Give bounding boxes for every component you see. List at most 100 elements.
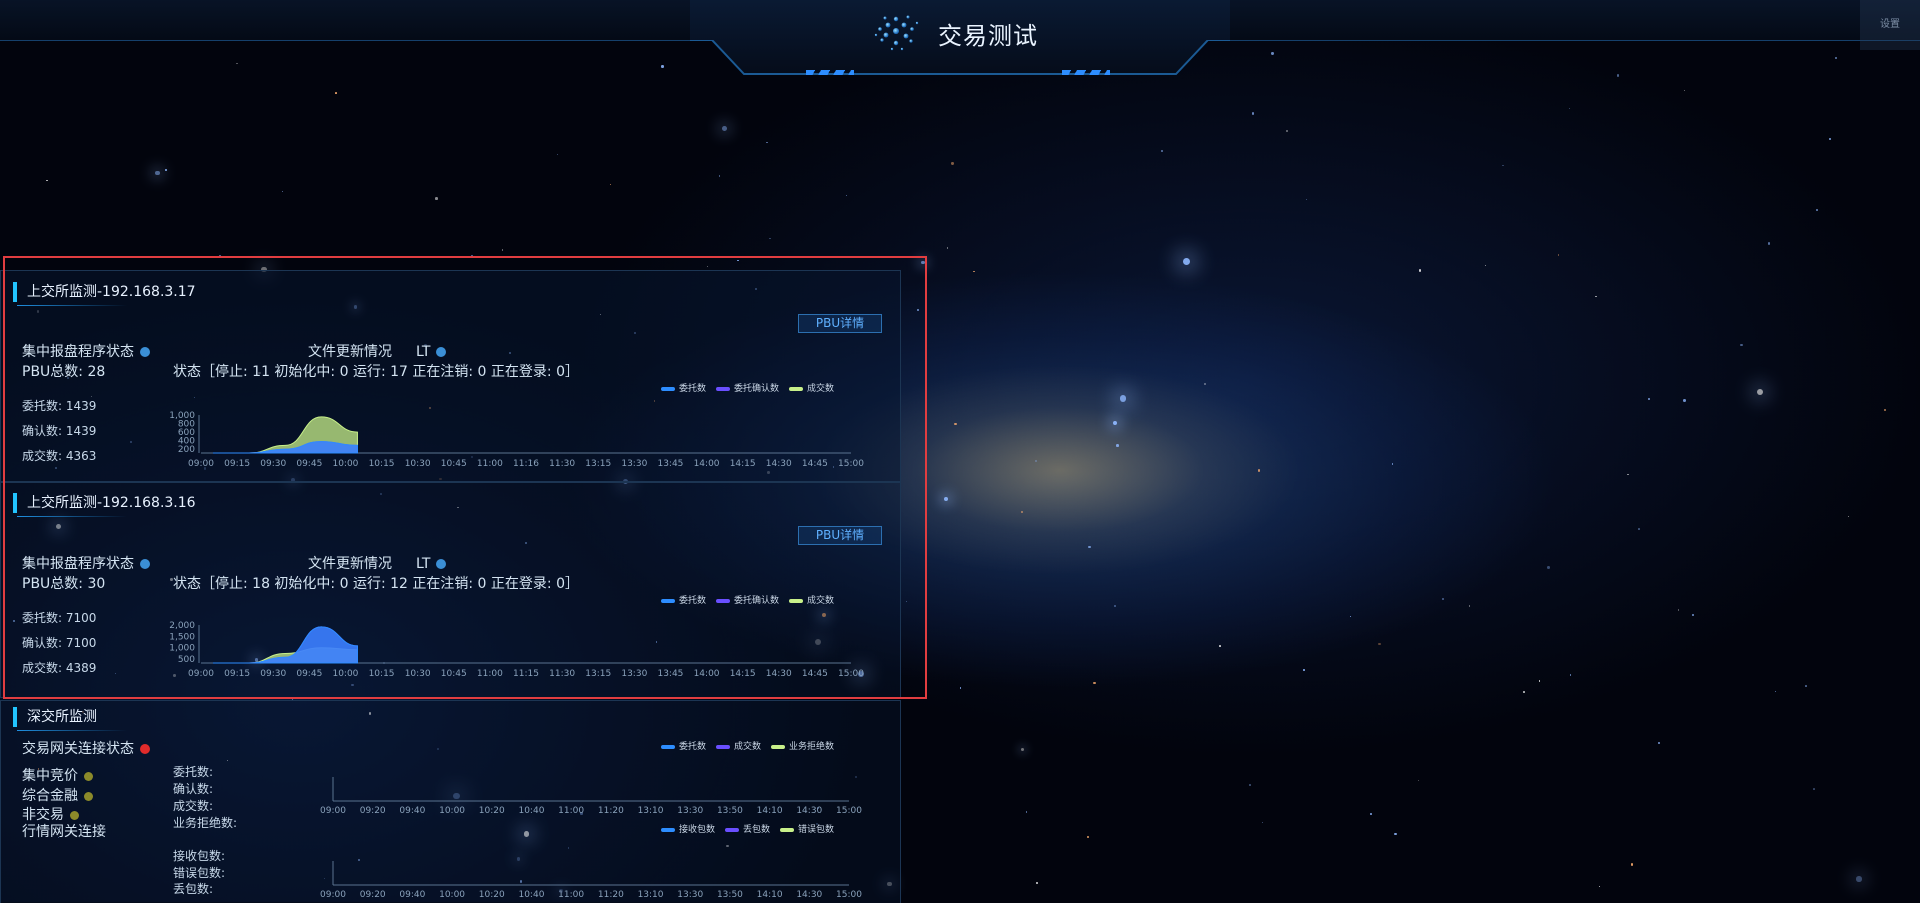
star — [1251, 112, 1255, 116]
star — [1116, 444, 1119, 447]
x-tick-label: 13:50 — [717, 806, 743, 816]
lt-status-dot-icon — [436, 559, 447, 569]
sz-packet-chart: 09:00 09:20 09:40 10:00 10:20 10:40 11:00 11:20… — [320, 861, 862, 900]
gateway-status: 交易网关连接状态 — [22, 738, 150, 758]
lt-status-dot-icon — [436, 347, 447, 357]
star — [435, 197, 438, 200]
x-tick-label: 13:10 — [638, 806, 664, 816]
x-tick-label: 09:00 — [188, 669, 214, 679]
star — [25, 256, 28, 259]
star — [1261, 821, 1264, 824]
file-update-label: 文件更新情况 — [308, 556, 392, 572]
x-tick-label: 09:15 — [224, 459, 250, 469]
sz-reject-count: 业务拒绝数: — [173, 816, 238, 830]
x-tick-label: 11:00 — [558, 890, 584, 900]
star — [1856, 876, 1862, 882]
star — [1630, 863, 1634, 866]
star — [1305, 198, 1307, 200]
pbu-details-button[interactable]: PBU详情 — [798, 314, 882, 333]
star — [1815, 208, 1818, 211]
x-tick-label: 11:00 — [558, 806, 584, 816]
star — [1569, 674, 1572, 676]
star — [1692, 614, 1695, 617]
star — [1203, 382, 1207, 386]
star — [1394, 832, 1397, 836]
star — [1035, 881, 1039, 885]
star — [1378, 642, 1381, 646]
x-tick-label: 15:00 — [836, 806, 862, 816]
star — [1677, 609, 1680, 611]
y-tick-label: 1,000 — [169, 644, 195, 654]
x-tick-label: 14:30 — [796, 806, 822, 816]
star — [282, 190, 284, 192]
x-tick-label: 10:20 — [479, 806, 505, 816]
star — [609, 183, 612, 186]
star — [1638, 528, 1640, 530]
star — [1617, 74, 1620, 77]
sh-chart-2: 09:00 09:15 09:30 09:45 10:00 10:15 10:30 10:45… — [169, 621, 864, 679]
x-tick-label: 11:15 — [513, 669, 539, 679]
sh-monitor-panel-2: 上交所监测-192.168.3.16 PBU详情 集中报盘程序状态 文件更新情况… — [0, 482, 901, 698]
market-gateway-label: 行情网关连接 — [22, 824, 106, 840]
x-tick-label: 10:15 — [369, 669, 395, 679]
star — [1523, 691, 1525, 693]
star — [1595, 295, 1597, 297]
star — [155, 170, 160, 176]
legend-item-received: 接收包数 — [661, 822, 715, 835]
x-tick-label: 14:45 — [802, 459, 828, 469]
star — [943, 497, 948, 502]
x-tick-label: 10:00 — [332, 459, 358, 469]
star — [1020, 510, 1023, 513]
panel-title: 深交所监测 — [13, 707, 127, 731]
x-tick-label: 14:00 — [694, 669, 720, 679]
y-tick-label: 1,500 — [169, 632, 195, 642]
x-tick-label: 15:00 — [836, 890, 862, 900]
x-tick-label: 13:45 — [657, 459, 683, 469]
x-tick-label: 11:20 — [598, 806, 624, 816]
y-tick-label: 200 — [178, 445, 195, 455]
status-dot-icon — [70, 810, 79, 820]
file-update-status: 文件更新情况 LT — [308, 341, 447, 361]
star — [1418, 269, 1422, 272]
sz-entrust-count: 委托数: — [173, 765, 214, 779]
star — [947, 247, 949, 249]
x-tick-label: 09:45 — [296, 669, 322, 679]
star — [1441, 598, 1444, 601]
star — [1569, 107, 1571, 109]
legend-item-entrust: 委托数 — [661, 739, 706, 752]
star — [954, 422, 957, 426]
x-tick-label: 13:45 — [657, 669, 683, 679]
gateway-item-1: 集中竞价 — [22, 765, 93, 785]
x-tick-label: 10:45 — [441, 669, 467, 679]
x-tick-label: 13:15 — [585, 459, 611, 469]
legend-item-reject: 业务拒绝数 — [771, 739, 834, 752]
x-tick-label: 14:30 — [766, 459, 792, 469]
sz-confirm-count: 确认数: — [173, 782, 214, 796]
sh-monitor-panel-1: 上交所监测-192.168.3.17 PBU详情 集中报盘程序状态 文件更新情况… — [0, 270, 901, 482]
pbu-details-button[interactable]: PBU详情 — [798, 526, 882, 545]
x-tick-label: 10:40 — [518, 890, 544, 900]
x-tick-label: 10:30 — [405, 669, 431, 679]
star — [236, 62, 238, 65]
star — [501, 248, 504, 251]
star — [1538, 680, 1541, 682]
status-dot-icon — [84, 791, 93, 801]
sz-received-packets: 接收包数: — [173, 849, 226, 863]
settings-button[interactable]: 设置 — [1860, 0, 1920, 50]
x-tick-label: 09:15 — [224, 669, 250, 679]
sz-deal-count: 成交数: — [173, 799, 214, 813]
x-tick-label: 14:15 — [730, 459, 756, 469]
title-stripes-right — [1062, 70, 1110, 75]
x-tick-label: 09:00 — [320, 890, 346, 900]
star — [706, 265, 709, 268]
panel-title: 上交所监测-192.168.3.17 — [13, 282, 196, 306]
star — [921, 260, 925, 265]
star — [1848, 516, 1850, 518]
star — [1683, 399, 1687, 402]
legend-item-confirm: 委托确认数 — [716, 381, 779, 394]
sz-monitor-panel: 深交所监测 交易网关连接状态 集中竞价 综合金融 非交易 行情网关连接 委托数:… — [0, 700, 901, 903]
star — [1774, 691, 1777, 693]
x-tick-label: 14:10 — [757, 806, 783, 816]
logo-icon — [874, 15, 919, 51]
x-tick-label: 10:40 — [518, 806, 544, 816]
